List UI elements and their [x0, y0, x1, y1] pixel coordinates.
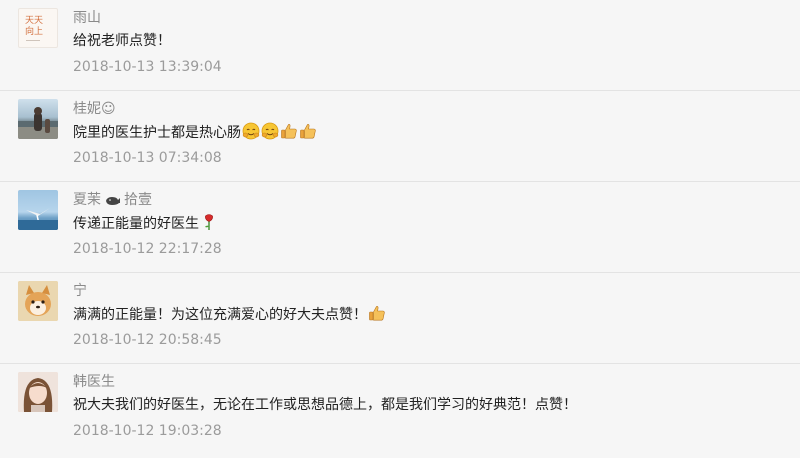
avatar[interactable]: 天天 向上	[18, 8, 58, 48]
comment-list: 天天 向上 雨山 给祝老师点赞！ 2018-10-13 13:39:04 桂妮☺…	[0, 0, 800, 458]
comment-time: 2018-10-13 13:39:04	[73, 59, 222, 75]
comment-time: 2018-10-12 19:03:28	[73, 423, 222, 439]
hug-emoji-icon	[242, 122, 260, 140]
comment-text: 传递正能量的好医生	[73, 216, 199, 232]
comment-item: 桂妮☺ 院里的医生护士都是热心肠 2018-10-13 07:34:08	[0, 91, 800, 182]
commenter-name[interactable]: 韩医生	[73, 373, 115, 391]
comment-text-row: 院里的医生护士都是热心肠	[73, 122, 317, 143]
comment-text-row: 满满的正能量！为这位充满爱心的好大夫点赞！	[73, 304, 386, 325]
rose-icon	[205, 214, 213, 230]
avatar-photo	[18, 107, 58, 139]
avatar-photo	[18, 208, 58, 230]
whale-icon	[106, 197, 120, 205]
comment-text: 给祝老师点赞！	[73, 33, 171, 49]
avatar[interactable]	[18, 99, 58, 139]
avatar-photo	[18, 372, 58, 412]
comment-text: 祝大夫我们的好医生，无论在工作或思想品德上，都是我们学习的好典范！点赞！	[73, 397, 577, 413]
commenter-name[interactable]: 桂妮☺	[73, 100, 116, 118]
comment-time: 2018-10-12 20:58:45	[73, 332, 222, 348]
avatar-decoration	[26, 40, 40, 41]
commenter-name-row[interactable]: 夏茉 拾壹	[73, 191, 152, 209]
commenter-name[interactable]: 雨山	[73, 9, 101, 27]
comment-item: 宁 满满的正能量！为这位充满爱心的好大夫点赞！ 2018-10-12 20:58…	[0, 273, 800, 364]
thumbs-up-icon	[369, 306, 385, 321]
comment-text: 院里的医生护士都是热心肠	[73, 125, 241, 141]
commenter-name-suffix: 拾壹	[124, 192, 152, 208]
avatar[interactable]	[18, 190, 58, 230]
comment-text: 满满的正能量！为这位充满爱心的好大夫点赞！	[73, 307, 367, 323]
avatar-photo	[18, 281, 58, 321]
comment-item: 天天 向上 雨山 给祝老师点赞！ 2018-10-13 13:39:04	[0, 0, 800, 91]
comment-item: 夏茉 拾壹 传递正能量的好医生 2018-10-12 22:17:28	[0, 182, 800, 273]
avatar-text: 天天	[25, 16, 44, 26]
comment-text-row: 传递正能量的好医生	[73, 213, 218, 234]
hug-emoji-icon	[261, 122, 279, 140]
avatar[interactable]	[18, 281, 58, 321]
thumbs-up-icon	[281, 124, 297, 139]
comment-time: 2018-10-12 22:17:28	[73, 241, 222, 257]
comment-time: 2018-10-13 07:34:08	[73, 150, 222, 166]
avatar-text: 向上	[25, 27, 44, 37]
comment-item: 韩医生 祝大夫我们的好医生，无论在工作或思想品德上，都是我们学习的好典范！点赞！…	[0, 364, 800, 455]
commenter-name[interactable]: 宁	[73, 282, 87, 300]
commenter-name: 夏茉	[73, 192, 101, 208]
thumbs-up-icon	[300, 124, 316, 139]
avatar[interactable]	[18, 372, 58, 412]
